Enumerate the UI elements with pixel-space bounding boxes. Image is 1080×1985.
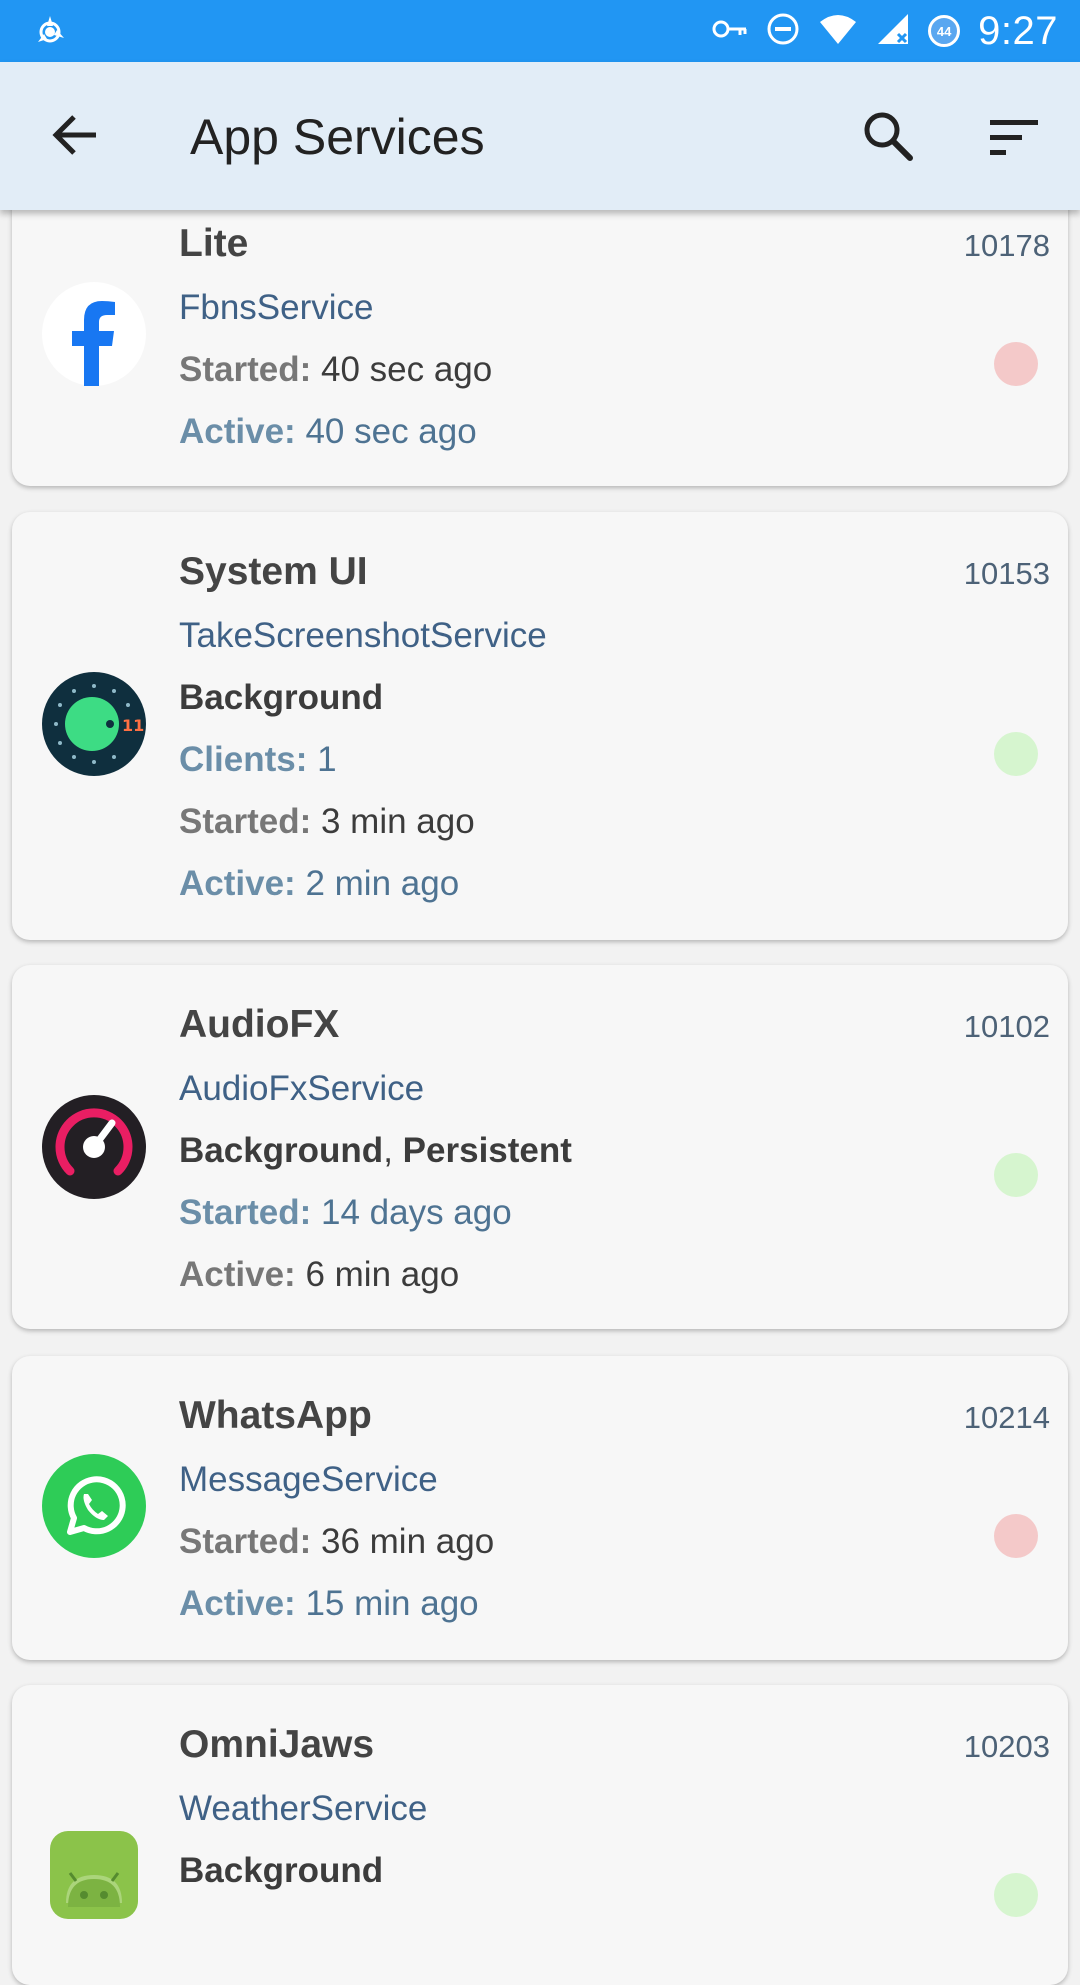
app-name: AudioFX: [179, 1003, 340, 1046]
back-arrow-icon[interactable]: [48, 107, 104, 163]
uid: 10153: [963, 556, 1050, 591]
state: Background, Persistent: [179, 1131, 572, 1170]
svg-text:11: 11: [122, 716, 144, 735]
started-row: Started: 40 sec ago: [179, 350, 493, 389]
started-row: Started: 36 min ago: [179, 1522, 495, 1561]
service-card[interactable]: AudioFX 10102 AudioFxService Background,…: [12, 965, 1068, 1329]
service-card[interactable]: System UI 10153 11 TakeScreenshotService…: [12, 512, 1068, 940]
started-row: Started: 3 min ago: [179, 802, 475, 841]
service-name: AudioFxService: [179, 1069, 425, 1108]
sort-icon[interactable]: [986, 110, 1042, 166]
uid: 10214: [963, 1400, 1050, 1435]
service-name: WeatherService: [179, 1789, 428, 1828]
service-name: MessageService: [179, 1460, 438, 1499]
app-name: System UI: [179, 550, 368, 593]
app-bar: App Services: [0, 62, 1080, 210]
battery-icon: 44: [928, 15, 961, 47]
status-indicator: [994, 1514, 1038, 1558]
active-row: Active: 15 min ago: [179, 1584, 479, 1623]
audiofx-icon: [42, 1095, 146, 1199]
system-ui-icon: 11: [42, 672, 146, 776]
status-indicator: [994, 1873, 1038, 1917]
android-icon: [42, 1823, 146, 1927]
app-name: OmniJaws: [179, 1723, 375, 1766]
vpn-key-icon: [712, 17, 748, 46]
facebook-icon: [42, 282, 146, 386]
active-row: Active: 2 min ago: [179, 864, 460, 903]
service-card[interactable]: WhatsApp 10214 MessageService Started: 3…: [12, 1356, 1068, 1660]
uid: 10203: [963, 1729, 1050, 1764]
whatsapp-icon: [42, 1454, 146, 1558]
state: Background: [179, 1851, 384, 1890]
service-card[interactable]: OmniJaws 10203 WeatherService Background: [12, 1685, 1068, 1985]
dnd-icon: [766, 12, 800, 51]
clock: 9:27: [978, 8, 1058, 53]
fan-icon: [30, 12, 70, 57]
page-title: App Services: [190, 109, 485, 165]
uid: 10102: [963, 1009, 1050, 1044]
wifi-icon: [818, 12, 858, 51]
uid: 10178: [963, 228, 1050, 263]
signal-icon: [876, 12, 910, 51]
started-row: Started: 14 days ago: [179, 1193, 512, 1232]
active-row: Active: 6 min ago: [179, 1255, 460, 1294]
status-indicator: [994, 732, 1038, 776]
active-row: Active: 40 sec ago: [179, 412, 477, 451]
service-name: FbnsService: [179, 288, 374, 327]
app-name: WhatsApp: [179, 1394, 372, 1437]
status-bar: 44 9:27: [0, 0, 1080, 62]
status-indicator: [994, 1153, 1038, 1197]
search-icon[interactable]: [858, 106, 918, 166]
service-name: TakeScreenshotService: [179, 616, 547, 655]
clients-row: Clients: 1: [179, 740, 337, 779]
state: Background: [179, 678, 384, 717]
status-indicator: [994, 342, 1038, 386]
app-name: Lite: [179, 222, 249, 265]
